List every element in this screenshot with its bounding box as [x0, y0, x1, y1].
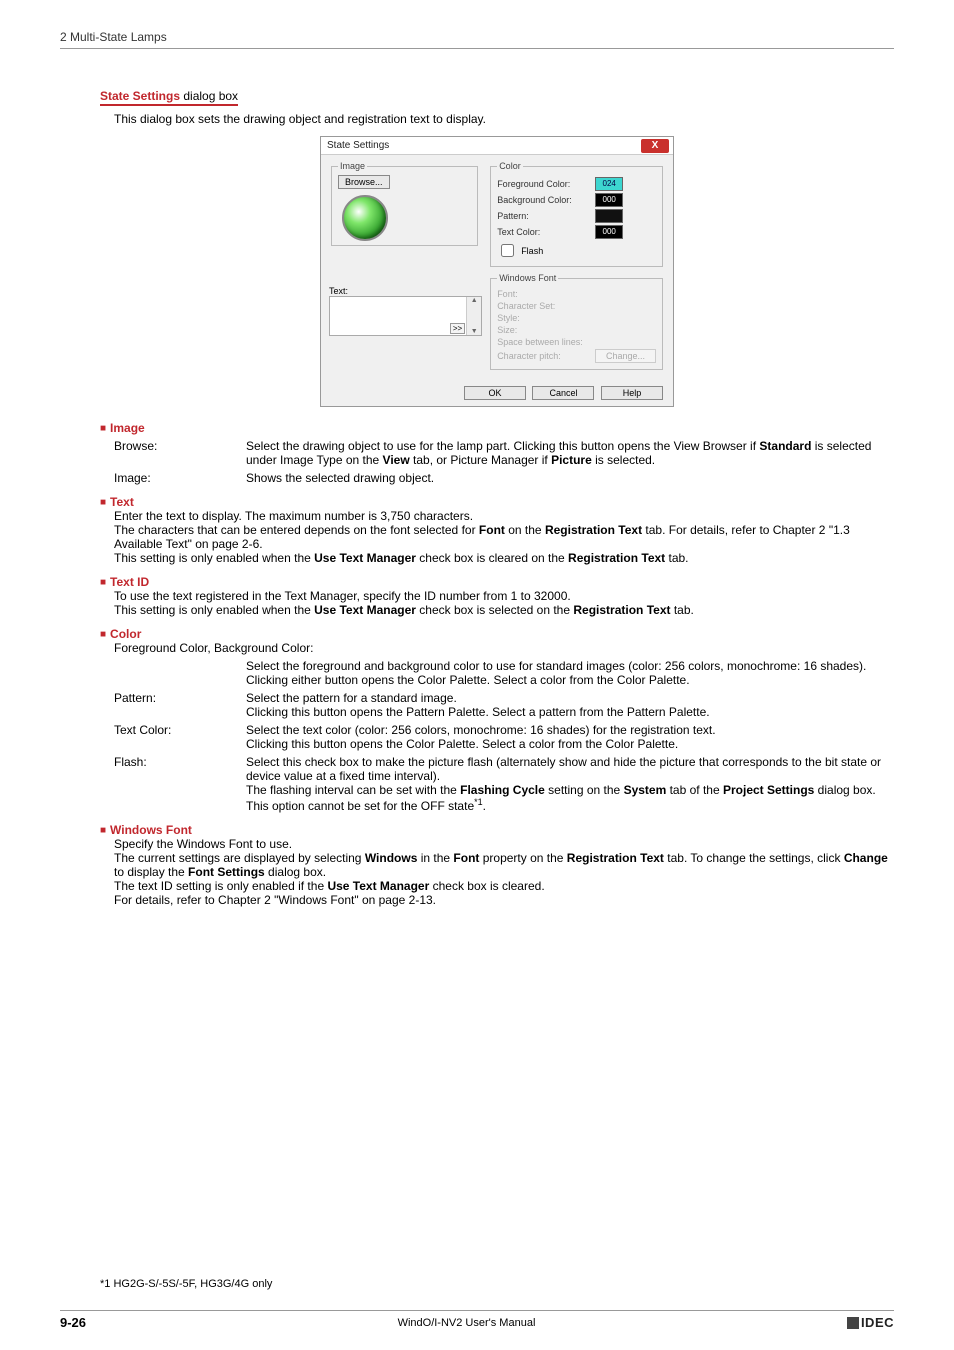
section-image-head: Image	[110, 421, 145, 435]
color-legend: Color	[497, 161, 523, 171]
change-button: Change...	[595, 349, 656, 363]
header-section-title: 2 Multi-State Lamps	[60, 30, 894, 49]
cancel-button[interactable]: Cancel	[532, 386, 594, 400]
dialog-titlebar: State Settings X	[321, 137, 673, 155]
windows-font-group: Windows Font Font: Character Set: Style:…	[490, 273, 663, 370]
wf-size-label: Size:	[497, 325, 517, 335]
help-button[interactable]: Help	[601, 386, 663, 400]
logo-square-icon	[847, 1317, 859, 1329]
idec-logo: IDEC	[847, 1315, 894, 1330]
section-textid-head: Text ID	[110, 575, 149, 589]
intro-text: This dialog box sets the drawing object …	[114, 112, 894, 126]
flash-checkbox[interactable]	[501, 244, 514, 257]
section-wf-head: Windows Font	[110, 823, 192, 837]
state-settings-dialog: State Settings X Image Browse... Text: ▲…	[320, 136, 674, 407]
wf-font-label: Font:	[497, 289, 518, 299]
footnote: *1 HG2G-S/-5S/-5F, HG3G/4G only	[100, 1278, 272, 1290]
ok-button[interactable]: OK	[464, 386, 526, 400]
browse-value: Select the drawing object to use for the…	[246, 439, 894, 467]
image-value: Shows the selected drawing object.	[246, 471, 894, 485]
bullet-icon: ■	[100, 497, 106, 508]
dialog-title-rest: dialog box	[180, 89, 238, 103]
page-footer: 9-26 WindO/I-NV2 User's Manual IDEC	[60, 1310, 894, 1330]
browse-key: Browse:	[114, 439, 246, 467]
lamp-preview-icon	[342, 195, 388, 241]
textcolor-swatch[interactable]: 000	[595, 225, 623, 239]
section-text-head: Text	[110, 495, 134, 509]
bullet-icon: ■	[100, 577, 106, 588]
fg-color-swatch[interactable]: 024	[595, 177, 623, 191]
color-fgbg-line: Foreground Color, Background Color:	[114, 641, 894, 655]
bullet-icon: ■	[100, 423, 106, 434]
footer-center: WindO/I-NV2 User's Manual	[398, 1317, 536, 1329]
page-number: 9-26	[60, 1315, 86, 1330]
bullet-icon: ■	[100, 629, 106, 640]
text-field-label: Text:	[329, 286, 480, 296]
section-wf-body: Specify the Windows Font to use. The cur…	[114, 837, 894, 907]
textcolor-key: Text Color:	[114, 723, 246, 751]
logo-text: IDEC	[861, 1315, 894, 1330]
expand-button[interactable]: >>	[450, 323, 465, 334]
wf-legend: Windows Font	[497, 273, 558, 283]
scroll-down-icon[interactable]: ▼	[471, 328, 478, 335]
color-group: Color Foreground Color: 024 Background Co…	[490, 161, 663, 267]
text-input[interactable]: ▲▼ >>	[329, 296, 482, 336]
flash-key: Flash:	[114, 755, 246, 813]
flash-label: Flash	[521, 246, 543, 256]
textcolor-label: Text Color:	[497, 227, 591, 237]
scroll-up-icon[interactable]: ▲	[471, 297, 478, 304]
pattern-key: Pattern:	[114, 691, 246, 719]
image-key: Image:	[114, 471, 246, 485]
bullet-icon: ■	[100, 825, 106, 836]
wf-sbl-label: Space between lines:	[497, 337, 583, 347]
wf-charset-label: Character Set:	[497, 301, 555, 311]
browse-button[interactable]: Browse...	[338, 175, 390, 189]
pattern-value: Select the pattern for a standard image.…	[246, 691, 894, 719]
flash-value: Select this check box to make the pictur…	[246, 755, 894, 813]
image-legend: Image	[338, 161, 367, 171]
dialog-title-heading: State Settings dialog box	[100, 89, 238, 106]
pattern-swatch[interactable]	[595, 209, 623, 223]
close-icon[interactable]: X	[641, 139, 669, 153]
bg-color-label: Background Color:	[497, 195, 591, 205]
wf-cp-label: Character pitch:	[497, 351, 561, 361]
image-group: Image Browse...	[331, 161, 478, 246]
section-textid-body: To use the text registered in the Text M…	[114, 589, 894, 617]
dialog-window-title: State Settings	[327, 140, 389, 151]
bg-color-swatch[interactable]: 000	[595, 193, 623, 207]
scrollbar[interactable]: ▲▼	[466, 297, 481, 335]
dialog-title-bold: State Settings	[100, 89, 180, 103]
textcolor-value: Select the text color (color: 256 colors…	[246, 723, 894, 751]
section-text-body: Enter the text to display. The maximum n…	[114, 509, 894, 565]
color-fgbg-value: Select the foreground and background col…	[246, 659, 894, 687]
section-color-head: Color	[110, 627, 141, 641]
fg-color-label: Foreground Color:	[497, 179, 591, 189]
pattern-label: Pattern:	[497, 211, 591, 221]
wf-style-label: Style:	[497, 313, 520, 323]
